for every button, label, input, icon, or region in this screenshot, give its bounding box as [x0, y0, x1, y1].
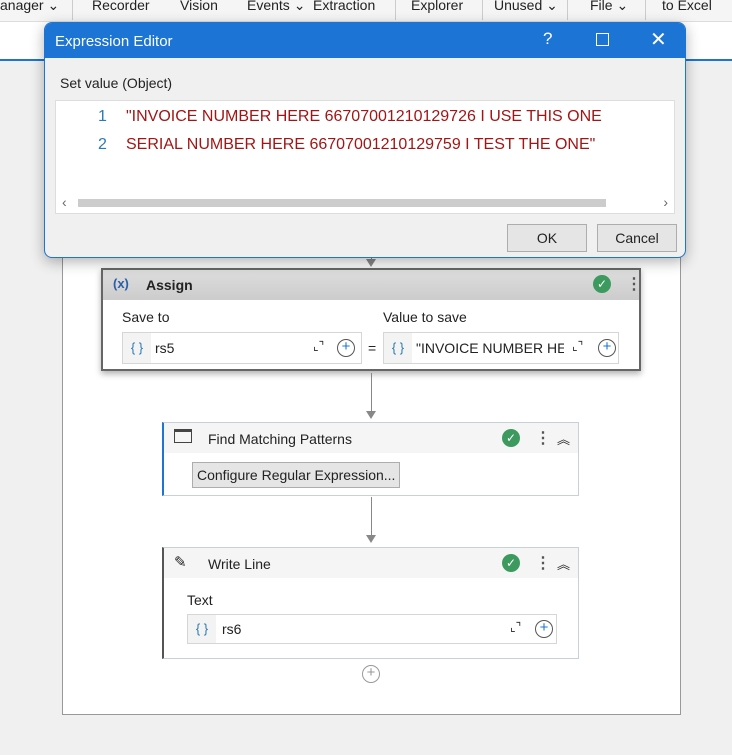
text-label: Text [187, 592, 213, 608]
ribbon-to-excel[interactable]: to Excel [662, 0, 712, 13]
save-to-value: rs5 [155, 340, 175, 356]
expression-editor-dialog: Expression Editor ? ✕ Set value (Object)… [44, 22, 686, 258]
ribbon-toolbar: anager ⌄ Recorder Vision Events ⌄ Extrac… [0, 0, 732, 22]
add-icon[interactable]: + [535, 620, 553, 638]
activity-title: Find Matching Patterns [208, 431, 352, 447]
maximize-button[interactable] [596, 33, 609, 46]
ribbon-file[interactable]: File ⌄ [590, 0, 628, 14]
equals-sign: = [368, 340, 377, 356]
more-options-icon[interactable]: ⋮ [626, 274, 642, 294]
assign-activity[interactable]: (x) Assign ✓ ⋮ Save to Value to save { }… [101, 268, 642, 371]
set-value-label: Set value (Object) [60, 75, 173, 91]
expand-icon[interactable]: ⌞⌝ [572, 339, 583, 353]
expression-textarea[interactable]: 1 "INVOICE NUMBER HERE 66707001210129726… [55, 100, 675, 214]
help-button[interactable]: ? [543, 29, 552, 49]
valid-check-icon: ✓ [502, 429, 520, 447]
horizontal-scrollbar[interactable]: ‹ › [56, 193, 674, 213]
ribbon-unused[interactable]: Unused ⌄ [494, 0, 558, 14]
regex-icon [174, 429, 192, 443]
code-line: SERIAL NUMBER HERE 66707001210129759 I T… [126, 136, 596, 153]
expand-icon[interactable]: ⌞⌝ [510, 620, 521, 634]
scroll-right-icon[interactable]: › [663, 194, 668, 210]
line-number: 1 [98, 108, 107, 125]
expression-icon: { } [123, 333, 151, 363]
code-line: "INVOICE NUMBER HERE 66707001210129726 I… [126, 108, 602, 125]
collapse-icon[interactable]: ︽ [557, 429, 570, 448]
ribbon-explorer[interactable]: Explorer [411, 0, 463, 13]
ribbon-extraction[interactable]: Extraction [313, 0, 375, 13]
save-to-input[interactable]: { } rs5 ⌞⌝ + [122, 332, 362, 364]
ribbon-events[interactable]: Events ⌄ [247, 0, 305, 14]
activity-title: Write Line [208, 556, 271, 572]
write-line-icon: ✎ [174, 554, 187, 571]
expression-icon: { } [384, 333, 412, 363]
expression-icon: { } [188, 615, 216, 643]
ribbon-manager[interactable]: anager ⌄ [0, 0, 59, 14]
activity-title: Assign [146, 277, 193, 293]
assign-icon: (x) [113, 276, 129, 291]
scroll-left-icon[interactable]: ‹ [62, 194, 67, 210]
valid-check-icon: ✓ [593, 275, 611, 293]
text-input[interactable]: { } rs6 ⌞⌝ + [187, 614, 557, 644]
save-to-label: Save to [122, 309, 170, 325]
valid-check-icon: ✓ [502, 554, 520, 572]
value-text: "INVOICE NUMBER HE [416, 340, 564, 356]
ribbon-vision[interactable]: Vision [180, 0, 218, 13]
value-to-save-label: Value to save [383, 309, 467, 325]
find-matching-patterns-activity[interactable]: Find Matching Patterns ✓ ⋮ ︽ Configure R… [162, 422, 579, 496]
ribbon-recorder[interactable]: Recorder [92, 0, 150, 13]
add-icon[interactable]: + [598, 339, 616, 357]
add-icon[interactable]: + [337, 339, 355, 357]
collapse-icon[interactable]: ︽ [557, 554, 570, 573]
write-line-activity[interactable]: ✎ Write Line ✓ ⋮ ︽ Text { } rs6 ⌞⌝ + [162, 547, 579, 659]
expand-icon[interactable]: ⌞⌝ [313, 339, 324, 353]
close-button[interactable]: ✕ [650, 27, 667, 52]
text-value: rs6 [222, 621, 242, 637]
configure-regex-button[interactable]: Configure Regular Expression... [192, 462, 401, 488]
dialog-title: Expression Editor [55, 33, 173, 50]
add-activity-icon[interactable]: + [362, 665, 380, 683]
ok-button[interactable]: OK [507, 224, 587, 252]
cancel-button[interactable]: Cancel [597, 224, 677, 252]
more-options-icon[interactable]: ⋮ [535, 428, 551, 448]
scroll-thumb[interactable] [78, 199, 606, 207]
more-options-icon[interactable]: ⋮ [535, 553, 551, 573]
line-number: 2 [98, 136, 107, 153]
value-to-save-input[interactable]: { } "INVOICE NUMBER HE ⌞⌝ + [383, 332, 619, 364]
